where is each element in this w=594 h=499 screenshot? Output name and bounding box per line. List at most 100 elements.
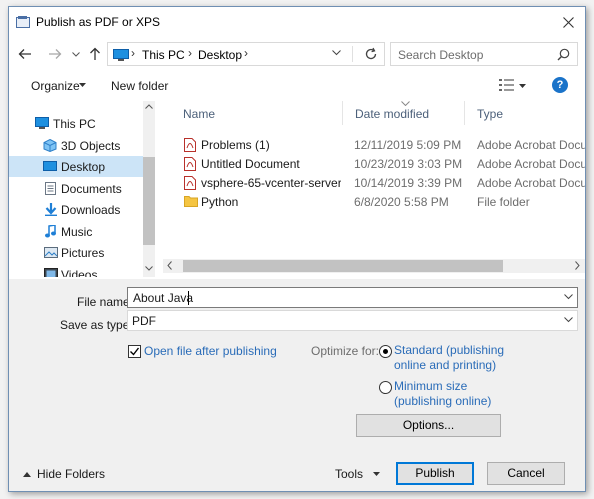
scroll-left-icon[interactable] [167, 261, 172, 270]
breadcrumb-this-pc[interactable]: This PC [142, 48, 185, 62]
nav-item-music[interactable]: Music [9, 221, 143, 242]
nav-item-this-pc[interactable]: This PC [9, 113, 143, 134]
pdf-icon [184, 176, 196, 190]
file-name-input[interactable]: About Java [127, 287, 578, 308]
caret-down-icon [79, 83, 86, 87]
scrollbar-thumb[interactable] [183, 260, 503, 272]
nav-item-downloads[interactable]: Downloads [9, 199, 143, 220]
address-bar[interactable]: › This PC › Desktop › [107, 42, 385, 66]
chevron-up-icon [23, 472, 31, 477]
nav-item-documents[interactable]: Documents [9, 178, 143, 199]
close-button[interactable] [557, 11, 579, 33]
nav-item-label: Downloads [61, 203, 121, 217]
nav-item-videos[interactable]: Videos [9, 264, 143, 277]
breadcrumb-desktop[interactable]: Desktop [198, 48, 242, 62]
cancel-button[interactable]: Cancel [487, 462, 565, 485]
chevron-right-icon: › [131, 46, 135, 60]
up-button[interactable] [87, 46, 103, 62]
new-folder-button[interactable]: New folder [111, 79, 168, 93]
file-row[interactable]: Problems (1) 12/11/2019 5:09 PM Adobe Ac… [163, 135, 585, 154]
nav-item-label: Music [61, 225, 93, 239]
file-date: 12/11/2019 5:09 PM [354, 138, 462, 152]
file-type: Adobe Acrobat Docu... [477, 157, 585, 171]
optimize-for-label: Optimize for: [311, 344, 380, 358]
nav-item-label: This PC [53, 117, 96, 131]
back-button[interactable] [17, 46, 33, 62]
file-row[interactable]: Python 6/8/2020 5:58 PM File folder [163, 192, 585, 211]
help-button[interactable]: ? [552, 77, 568, 93]
file-name: Problems (1) [201, 138, 270, 152]
navigation-pane: This PC 3D Objects Desktop Documents Dow… [9, 101, 155, 277]
nav-item-label: Videos [61, 268, 98, 277]
title-bar: Publish as PDF or XPS [9, 7, 585, 37]
open-after-publishing-checkbox[interactable] [128, 345, 141, 358]
nav-item-label: Pictures [61, 246, 105, 260]
file-row[interactable]: Untitled Document 10/23/2019 3:03 PM Ado… [163, 154, 585, 173]
chevron-down-icon[interactable] [332, 50, 341, 56]
caret-down-icon [373, 472, 380, 476]
radio-standard-label[interactable]: Standard (publishing online and printing… [394, 343, 504, 373]
recent-locations-button[interactable] [71, 46, 81, 62]
pictures-icon [44, 247, 58, 258]
caret-down-icon[interactable] [519, 84, 526, 88]
view-options-icon[interactable] [499, 79, 515, 91]
radio-minimum-size-label[interactable]: Minimum size (publishing online) [394, 379, 491, 409]
file-row[interactable]: vsphere-65-vcenter-server-... 10/14/2019… [163, 173, 585, 192]
open-after-publishing-label[interactable]: Open file after publishing [144, 344, 277, 358]
organize-button[interactable]: Organize [31, 79, 80, 93]
chevron-down-icon[interactable] [564, 294, 573, 300]
scrollbar-thumb[interactable] [143, 157, 155, 245]
forward-arrow-icon [49, 49, 62, 59]
pdf-icon [184, 157, 196, 171]
close-icon [562, 16, 574, 28]
sort-caret-icon [401, 101, 410, 106]
nav-item-label: Documents [61, 182, 122, 196]
options-button[interactable]: Options... [356, 414, 501, 437]
pc-icon [113, 49, 129, 61]
up-arrow-icon [90, 47, 100, 60]
column-header-type[interactable]: Type [465, 101, 585, 125]
nav-scrollbar[interactable] [143, 101, 155, 277]
downloads-icon [45, 203, 57, 216]
file-name-label: File name: [77, 295, 134, 309]
publish-dialog: Publish as PDF or XPS › This PC › Deskto… [8, 6, 586, 492]
nav-item-desktop[interactable]: Desktop [9, 156, 143, 177]
forward-button[interactable] [47, 46, 63, 62]
column-header-name[interactable]: Name [171, 101, 343, 125]
text-cursor [188, 291, 189, 305]
folder-icon [184, 196, 198, 207]
radio-minimum-size[interactable] [379, 381, 392, 394]
chevron-down-icon [564, 317, 573, 323]
file-name: vsphere-65-vcenter-server-... [201, 176, 341, 190]
chevron-right-icon: › [188, 46, 192, 60]
nav-item-pictures[interactable]: Pictures [9, 242, 143, 263]
file-list: Name Date modified Type Problems (1) 12/… [163, 101, 585, 277]
save-as-type-label: Save as type: [60, 318, 133, 332]
search-input[interactable]: Search Desktop [390, 42, 578, 66]
file-date: 10/14/2019 3:39 PM [354, 176, 463, 190]
refresh-icon[interactable] [364, 47, 378, 61]
nav-item-3d-objects[interactable]: 3D Objects [9, 135, 143, 156]
scroll-up-icon[interactable] [145, 104, 153, 109]
3d-objects-icon [43, 139, 57, 152]
videos-icon [44, 268, 58, 277]
tools-button[interactable]: Tools [335, 467, 380, 481]
radio-standard[interactable] [379, 345, 392, 358]
save-as-type-select[interactable]: PDF [127, 310, 578, 331]
publish-button[interactable]: Publish [396, 462, 474, 485]
file-type: Adobe Acrobat Docu... [477, 176, 585, 190]
file-type: File folder [477, 195, 530, 209]
search-placeholder: Search Desktop [398, 48, 484, 62]
nav-item-label: 3D Objects [61, 139, 121, 153]
navigation-bar: › This PC › Desktop › Search Desktop [9, 39, 585, 69]
horizontal-scrollbar[interactable] [163, 259, 585, 273]
scroll-down-icon[interactable] [145, 266, 153, 271]
pdf-icon [184, 138, 196, 152]
scroll-right-icon[interactable] [575, 261, 580, 270]
radio-dot [383, 349, 388, 354]
command-bar: Organize New folder ? [9, 72, 585, 100]
divider [352, 46, 353, 62]
save-as-type-value: PDF [132, 314, 156, 328]
file-name: Untitled Document [201, 157, 300, 171]
file-date: 10/23/2019 3:03 PM [354, 157, 463, 171]
